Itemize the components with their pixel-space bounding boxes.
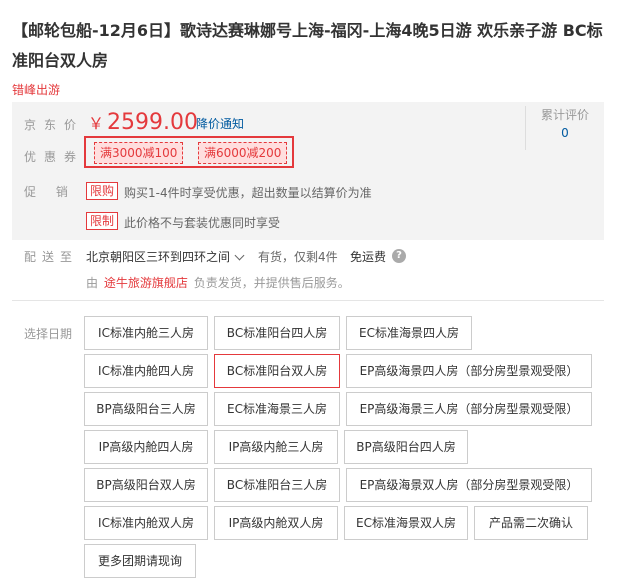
option-needs-confirmation[interactable]: 产品需二次确认 [474, 506, 588, 540]
seller-prefix: 由 [86, 276, 99, 290]
section-divider [12, 300, 604, 301]
option-bp-balcony-quad[interactable]: BP高级阳台四人房 [344, 430, 468, 464]
shipping-area-text: 北京朝阳区三环到四环之间 [86, 250, 231, 264]
price-panel: 京东价 ￥ 2599.00 降价通知 累计评价 0 优惠券 满3000减100 满… [12, 102, 604, 240]
seller-suffix: 负责发货，并提供售后服务。 [193, 276, 350, 290]
product-title: 【邮轮包船-12月6日】歌诗达赛琳娜号上海-福冈-上海4晚5日游 欢乐亲子游 B… [12, 21, 603, 70]
seller-shop-link[interactable]: 途牛旅游旗舰店 [104, 276, 188, 290]
option-bp-balcony-triple[interactable]: BP高级阳台三人房 [84, 392, 208, 426]
question-circle-icon[interactable]: ? [392, 249, 406, 263]
review-count[interactable]: 0 [526, 124, 604, 142]
option-ic-inner-double[interactable]: IC标准内舱双人房 [84, 506, 208, 540]
chevron-down-icon [234, 250, 245, 261]
promo-tag-limit-purchase: 限购 [86, 182, 119, 200]
shipping-label: 配送至 [24, 250, 79, 264]
option-ec-seaview-quad[interactable]: EC标准海景四人房 [346, 316, 472, 350]
price: ￥ 2599.00 [88, 108, 198, 139]
promo-label: 促 销 [24, 185, 76, 199]
price-label: 京东价 [24, 118, 85, 132]
shipping-area-selector[interactable]: 北京朝阳区三环到四环之间 [86, 248, 251, 265]
option-ic-inner-quad[interactable]: IC标准内舱四人房 [84, 354, 208, 388]
option-more-dates[interactable]: 更多团期请现询 [84, 544, 196, 578]
promo-tag-restriction: 限制 [86, 212, 119, 230]
option-ep-seaview-double[interactable]: EP高级海景双人房（部分房型景观受限） [346, 468, 592, 502]
free-shipping-label: 免运费 [350, 250, 387, 264]
option-ep-seaview-quad[interactable]: EP高级海景四人房（部分房型景观受限） [346, 354, 592, 388]
option-ip-inner-quad[interactable]: IP高级内舱四人房 [84, 430, 208, 464]
promo-text-restriction: 此价格不与套装优惠同时享受 [124, 216, 281, 230]
option-bc-balcony-quad[interactable]: BC标准阳台四人房 [214, 316, 340, 350]
option-bp-balcony-double[interactable]: BP高级阳台双人房 [84, 468, 208, 502]
option-ec-seaview-double[interactable]: EC标准海景双人房 [344, 506, 468, 540]
coupon-6000-200[interactable]: 满6000减200 [198, 142, 288, 164]
currency-symbol: ￥ [88, 114, 105, 133]
coupon-3000-100[interactable]: 满3000减100 [94, 142, 184, 164]
option-ec-seaview-triple[interactable]: EC标准海景三人房 [214, 392, 340, 426]
option-ic-inner-triple[interactable]: IC标准内舱三人房 [84, 316, 208, 350]
option-ep-seaview-triple[interactable]: EP高级海景三人房（部分房型景观受限） [346, 392, 592, 426]
option-bc-balcony-triple[interactable]: BC标准阳台三人房 [214, 468, 340, 502]
coupon-highlight-frame: 满3000减100 满6000减200 [84, 136, 294, 168]
price-notice-link[interactable]: 降价通知 [196, 115, 244, 132]
option-label: 选择日期 [24, 327, 73, 341]
option-bc-balcony-double[interactable]: BC标准阳台双人房 [214, 354, 340, 388]
coupon-label: 优惠券 [24, 150, 85, 164]
price-value: 2599.00 [107, 110, 198, 135]
promo-text-limit-purchase: 购买1-4件时享受优惠，超出数量以结算价为准 [124, 186, 372, 200]
stock-status: 有货，仅剩4件 [258, 250, 338, 264]
review-summary[interactable]: 累计评价 0 [525, 106, 604, 150]
review-label: 累计评价 [540, 108, 589, 122]
promo-link[interactable]: 错峰出游 [12, 81, 60, 98]
option-ip-inner-triple[interactable]: IP高级内舱三人房 [214, 430, 338, 464]
seller-info: 由 途牛旅游旗舰店 负责发货，并提供售后服务。 [86, 274, 350, 291]
option-ip-inner-double[interactable]: IP高级内舱双人房 [214, 506, 338, 540]
